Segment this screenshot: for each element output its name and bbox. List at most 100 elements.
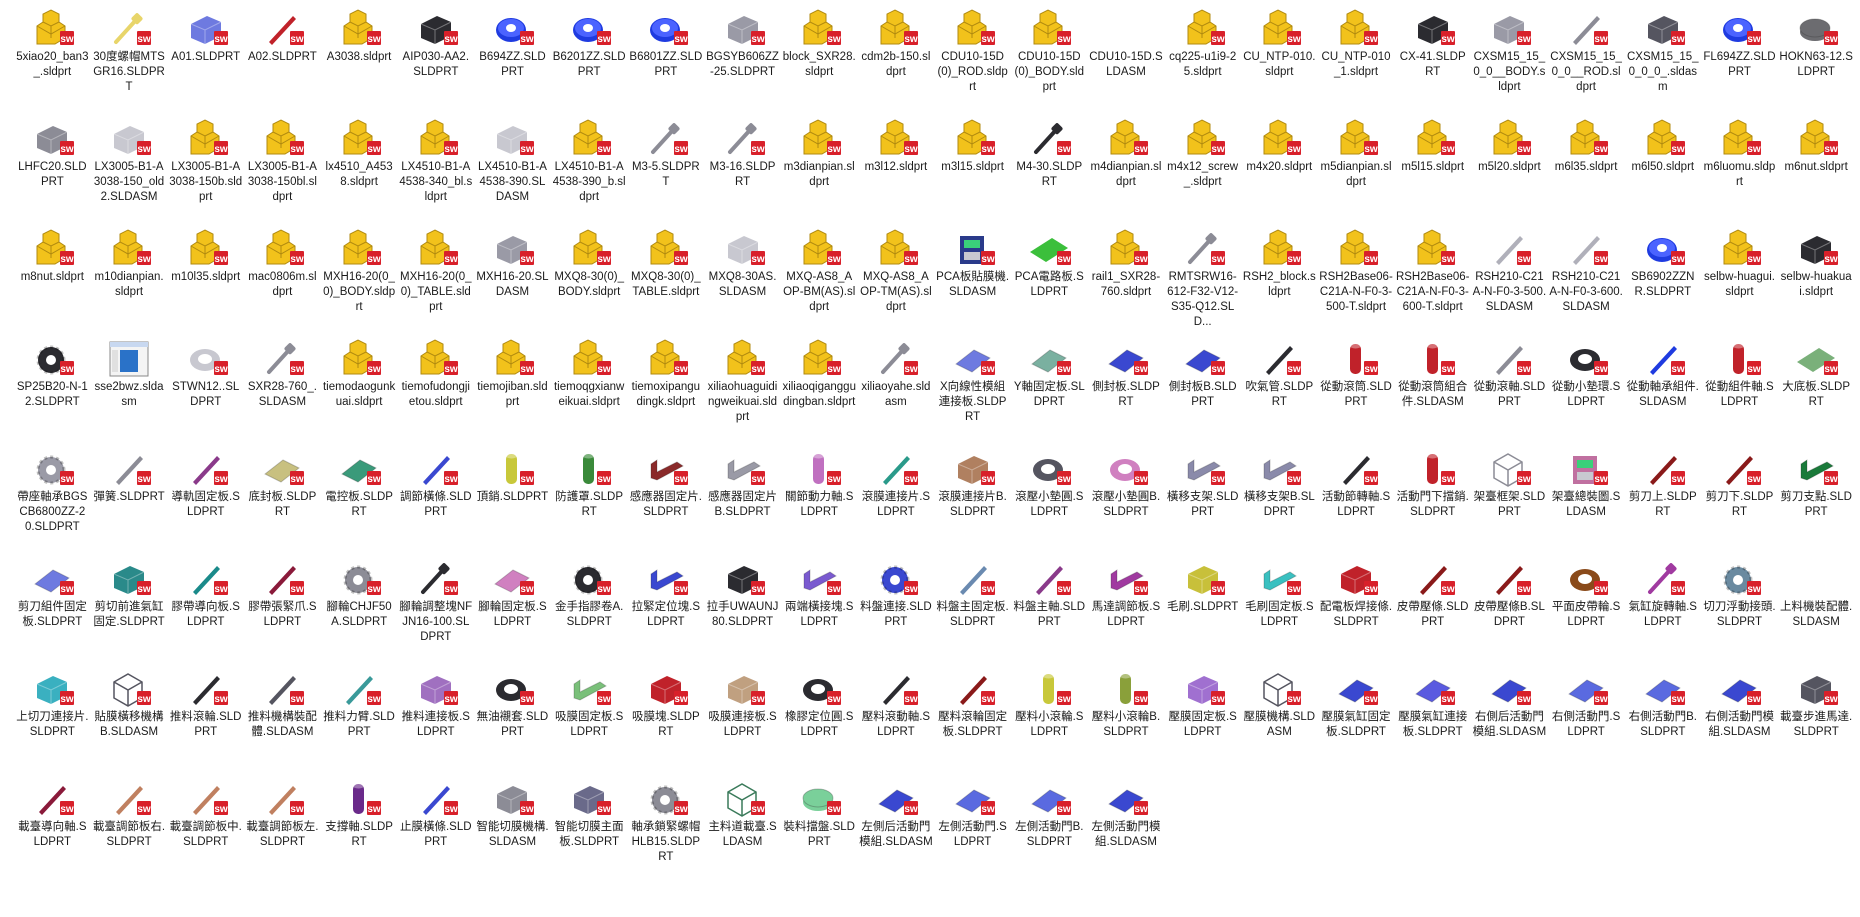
file-item[interactable]: sw xiliaoyahe.sldasm <box>858 336 935 446</box>
file-item[interactable]: sw 智能切膜機構.SLDASM <box>474 776 551 886</box>
file-item[interactable]: sw MXQ8-30(0)_BODY.sldprt <box>551 226 628 336</box>
file-item[interactable]: sw A3038.sldprt <box>321 6 398 116</box>
file-item[interactable]: sw m10dianpian.sldprt <box>91 226 168 336</box>
file-item[interactable]: sw m4x20.sldprt <box>1241 116 1318 226</box>
file-item[interactable]: sw PCA板貼膜機.SLDASM <box>934 226 1011 336</box>
file-item[interactable]: sw 推料力臂.SLDPRT <box>321 666 398 776</box>
file-item[interactable]: sw 30度螺帽MTSGR16.SLDPRT <box>91 6 168 116</box>
file-item[interactable]: sw CU_NTP-010.sldprt <box>1241 6 1318 116</box>
file-item[interactable]: sw 左側后活動門模組.SLDASM <box>858 776 935 886</box>
file-item[interactable]: sw 切刀浮動接頭.SLDPRT <box>1701 556 1778 666</box>
file-item[interactable]: sw 架臺框架.SLDPRT <box>1471 446 1548 556</box>
file-item[interactable]: sw AIP030-AA2.SLDPRT <box>397 6 474 116</box>
file-item[interactable]: sw 活動節轉軸.SLDPRT <box>1318 446 1395 556</box>
file-item[interactable]: sw m10l35.sldprt <box>167 226 244 336</box>
file-item[interactable]: sw LX3005-B1-A3038-150bl.sldprt <box>244 116 321 226</box>
file-item[interactable]: sw 膠帶導向板.SLDPRT <box>167 556 244 666</box>
file-item[interactable]: sw 5xiao20_ban3_.sldprt <box>14 6 91 116</box>
file-item[interactable]: sw 載臺調節板右.SLDPRT <box>91 776 168 886</box>
file-item[interactable]: sw 金手指膠卷A.SLDPRT <box>551 556 628 666</box>
file-item[interactable]: sw STWN12..SLDPRT <box>167 336 244 446</box>
file-item[interactable]: sw 橫移支架.SLDPRT <box>1164 446 1241 556</box>
file-item[interactable]: sw 拉緊定位塊.SLDPRT <box>628 556 705 666</box>
file-item[interactable]: sw A02.SLDPRT <box>244 6 321 116</box>
file-item[interactable]: sw tiemoqgxianweikuai.sldprt <box>551 336 628 446</box>
file-item[interactable]: sw CXSM15_15_0_0__BODY.sldprt <box>1471 6 1548 116</box>
file-item[interactable]: sw LX3005-B1-A3038-150_old2.SLDASM <box>91 116 168 226</box>
file-item[interactable]: sw 大底板.SLDPRT <box>1778 336 1855 446</box>
file-item[interactable]: sw tiemofudongjietou.sldprt <box>397 336 474 446</box>
file-item[interactable]: sw Y軸固定板.SLDPRT <box>1011 336 1088 446</box>
file-item[interactable]: sw 腳輪固定板.SLDPRT <box>474 556 551 666</box>
file-item[interactable]: sw m4dianpian.sldprt <box>1088 116 1165 226</box>
file-item[interactable]: sw HOKN63-12.SLDPRT <box>1778 6 1855 116</box>
file-item[interactable]: sw 從動滾軸.SLDPRT <box>1471 336 1548 446</box>
file-item[interactable]: sw LX3005-B1-A3038-150b.sldprt <box>167 116 244 226</box>
file-item[interactable]: sw 推料機構裝配體.SLDASM <box>244 666 321 776</box>
file-item[interactable]: sw 智能切膜主面板.SLDPRT <box>551 776 628 886</box>
file-item[interactable]: sw m6l50.sldprt <box>1624 116 1701 226</box>
file-item[interactable]: sw cq225-u1i9-25.sldprt <box>1164 6 1241 116</box>
file-item[interactable]: sw 裝料擋盤.SLDPRT <box>781 776 858 886</box>
file-item[interactable]: sw 載臺調節板左.SLDPRT <box>244 776 321 886</box>
file-item[interactable]: sw 料盤主固定板.SLDPRT <box>934 556 1011 666</box>
file-item[interactable]: sw 橡膠定位圓.SLDPRT <box>781 666 858 776</box>
file-item[interactable]: sw tiemoxipangudingk.sldprt <box>628 336 705 446</box>
file-item[interactable]: sw LX4510-B1-A4538-340_bl.sldprt <box>397 116 474 226</box>
file-item[interactable]: sw 腳輪調整塊NFJN16-100.SLDPRT <box>397 556 474 666</box>
file-item[interactable]: sw 吸膜固定板.SLDPRT <box>551 666 628 776</box>
file-item[interactable]: sw 主料道載臺.SLDASM <box>704 776 781 886</box>
file-item[interactable]: sw CDU10-15D(0)_ROD.sldprt <box>934 6 1011 116</box>
file-item[interactable]: sw RSH2Base06-C21A-N-F0-3-500-T.sldprt <box>1318 226 1395 336</box>
file-item[interactable]: sw 左側活動門模組.SLDASM <box>1088 776 1165 886</box>
file-item[interactable]: sw 底封板.SLDPRT <box>244 446 321 556</box>
file-item[interactable]: sw 滾壓小墊圓B.SLDPRT <box>1088 446 1165 556</box>
file-item[interactable]: sw 剪刀組件固定板.SLDPRT <box>14 556 91 666</box>
file-item[interactable]: sw CU_NTP-010_1.sldprt <box>1318 6 1395 116</box>
file-item[interactable]: sw 從動小墊環.SLDPRT <box>1548 336 1625 446</box>
file-item[interactable]: sw 壓料小滾輪.SLDPRT <box>1011 666 1088 776</box>
file-item[interactable]: sw 關節動力軸.SLDPRT <box>781 446 858 556</box>
file-item[interactable]: sw m5l20.sldprt <box>1471 116 1548 226</box>
file-item[interactable]: sw 軸承鎖緊螺帽HLB15.SLDPRT <box>628 776 705 886</box>
file-item[interactable]: sw BGSYB606ZZ-25.SLDPRT <box>704 6 781 116</box>
file-item[interactable]: CDU10-15D.SLDASM <box>1088 6 1165 116</box>
file-item[interactable]: sw PCA電路板.SLDPRT <box>1011 226 1088 336</box>
file-item[interactable]: sw 壓料滾動軸.SLDPRT <box>858 666 935 776</box>
file-item[interactable]: sw 電控板.SLDPRT <box>321 446 398 556</box>
file-item[interactable]: sw 吸膜塊.SLDPRT <box>628 666 705 776</box>
file-item[interactable]: sw 頂銷.SLDPRT <box>474 446 551 556</box>
file-item[interactable]: sw MXH16-20(0_0)_BODY.sldprt <box>321 226 398 336</box>
file-item[interactable]: sw 支撐軸.SLDPRT <box>321 776 398 886</box>
file-item[interactable]: sw 感應器固定片B.SLDPRT <box>704 446 781 556</box>
file-item[interactable]: sw selbw-huakuai.sldprt <box>1778 226 1855 336</box>
file-item[interactable]: sw tiemojiban.sldprt <box>474 336 551 446</box>
file-item[interactable]: sw 壓膜氣缸固定板.SLDPRT <box>1318 666 1395 776</box>
file-item[interactable]: sw 載臺步進馬達.SLDPRT <box>1778 666 1855 776</box>
file-item[interactable]: sw B6201ZZ.SLDPRT <box>551 6 628 116</box>
file-item[interactable]: sw B6801ZZ.SLDPRT <box>628 6 705 116</box>
file-item[interactable]: sw B694ZZ.SLDPRT <box>474 6 551 116</box>
file-item[interactable]: sw 調節橫條.SLDPRT <box>397 446 474 556</box>
file-item[interactable]: sw MXQ8-30(0)_TABLE.sldprt <box>628 226 705 336</box>
file-item[interactable]: sw CX-41.SLDPRT <box>1394 6 1471 116</box>
file-item[interactable]: sw M4-30.SLDPRT <box>1011 116 1088 226</box>
file-item[interactable]: sw MXH16-20.SLDASM <box>474 226 551 336</box>
file-item[interactable]: sw m3l15.sldprt <box>934 116 1011 226</box>
file-item[interactable]: sw SB6902ZZNR.SLDPRT <box>1624 226 1701 336</box>
file-item[interactable]: sw CXSM15_15_0_0__ROD.sldprt <box>1548 6 1625 116</box>
file-item[interactable]: sw m3dianpian.sldprt <box>781 116 858 226</box>
file-item[interactable]: sse2bwz.sldasm <box>91 336 168 446</box>
file-item[interactable]: sw 膠帶張緊爪.SLDPRT <box>244 556 321 666</box>
file-item[interactable]: sw 壓膜氣缸連接板.SLDPRT <box>1394 666 1471 776</box>
file-item[interactable]: sw 毛刷.SLDPRT <box>1164 556 1241 666</box>
file-item[interactable]: sw 兩端橫接塊.SLDPRT <box>781 556 858 666</box>
file-item[interactable]: sw 導軌固定板.SLDPRT <box>167 446 244 556</box>
file-item[interactable]: sw 上切刀連接片.SLDPRT <box>14 666 91 776</box>
file-item[interactable]: sw A01.SLDPRT <box>167 6 244 116</box>
file-item[interactable]: sw 活動門下擋銷.SLDPRT <box>1394 446 1471 556</box>
file-item[interactable]: sw 剪刀上.SLDPRT <box>1624 446 1701 556</box>
file-item[interactable]: sw RSH2_block.sldprt <box>1241 226 1318 336</box>
file-item[interactable]: sw LX4510-B1-A4538-390_b.sldprt <box>551 116 628 226</box>
file-item[interactable]: sw CDU10-15D(0)_BODY.sldprt <box>1011 6 1088 116</box>
